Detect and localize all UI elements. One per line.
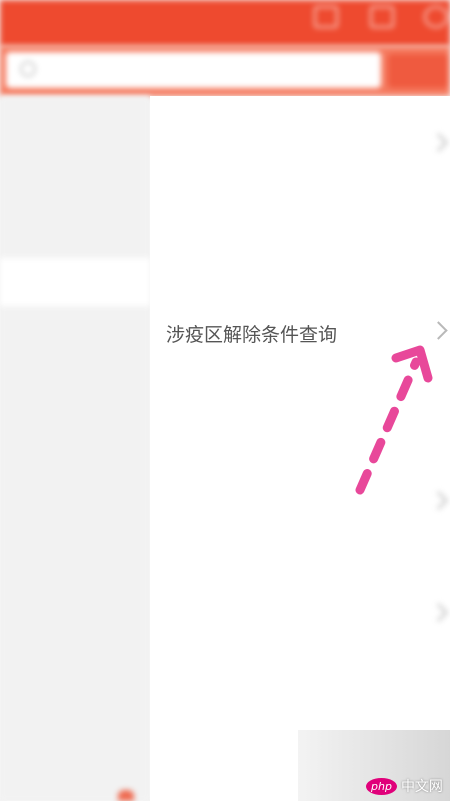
watermark-logo: php 中文网: [366, 775, 443, 797]
watermark-php-badge: php: [366, 777, 397, 795]
watermark-text: 中文网: [400, 779, 443, 795]
annotation-arrow-icon: [355, 345, 433, 495]
bottom-tab-indicator: [118, 790, 134, 801]
